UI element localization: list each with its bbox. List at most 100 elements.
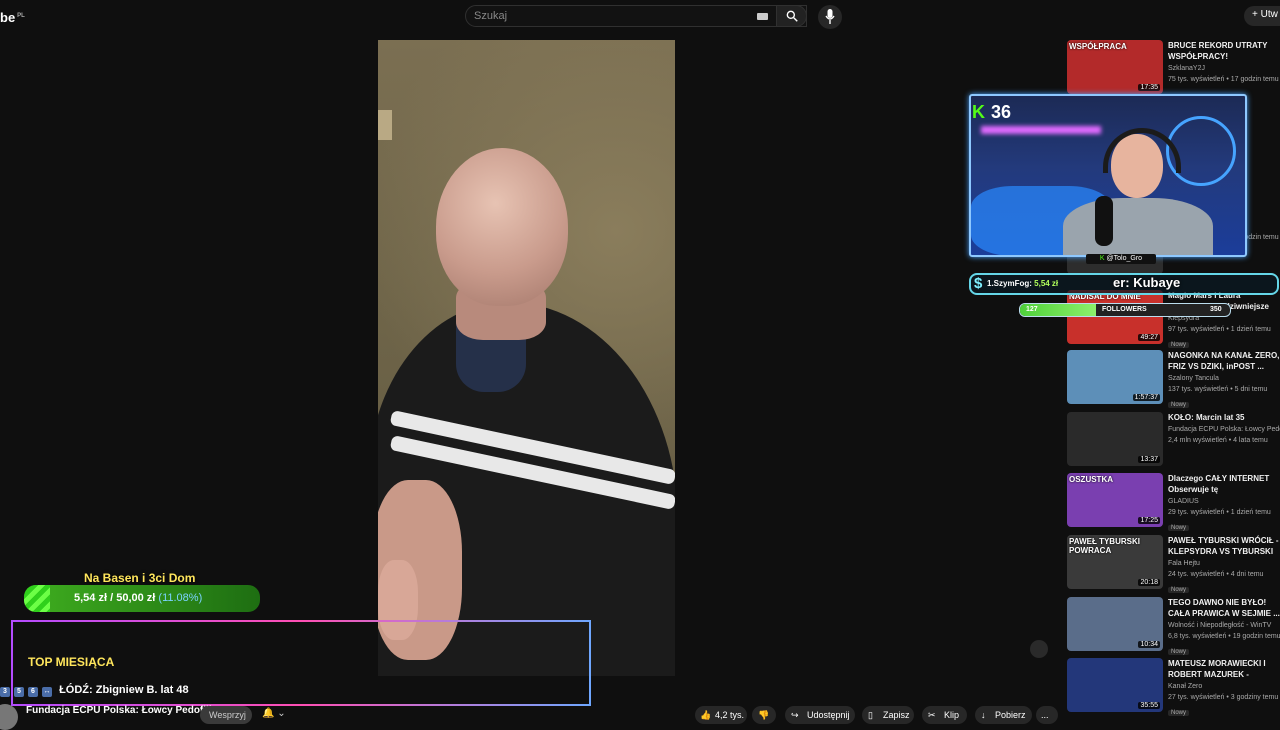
- video-views: 75 tys. wyświetleń • 17 godzin temu: [1168, 76, 1279, 83]
- channel-name[interactable]: Fundacja ECPU Polska: Łowcy Pedofili: [26, 705, 212, 716]
- donation-goal-title: Na Basen i 3ci Dom: [84, 571, 196, 585]
- video-title[interactable]: NAGONKA NA KANAŁ ZERO, FRIZ VS DZIKI, in…: [1168, 350, 1280, 372]
- search-input[interactable]: Szukaj: [465, 5, 807, 27]
- video-channel[interactable]: GLADIUS: [1168, 496, 1280, 507]
- donor-banner: er: Kubaye: [1113, 275, 1181, 290]
- search-icon: [786, 10, 798, 22]
- support-button[interactable]: Wesprzyj: [200, 706, 252, 724]
- donation-goal-bar: 5,54 zł / 50,00 zł (11.08%): [24, 585, 260, 612]
- video-channel[interactable]: Fundacja ECPU Polska: Łowcy Pedofili: [1168, 424, 1280, 435]
- kick-username: K @Tolo_Gro: [1086, 254, 1156, 264]
- video-views: 2,4 mln wyświetleń • 4 lata temu: [1168, 437, 1268, 444]
- video-channel[interactable]: SzklanaY2J: [1168, 63, 1280, 74]
- keyboard-icon[interactable]: [757, 13, 768, 20]
- kick-viewer-count: K 36: [972, 102, 1012, 122]
- cam-led-glow: [981, 126, 1101, 134]
- video-title[interactable]: TEGO DAWNO NIE BYŁO! CAŁA PRAWICA W SEJM…: [1168, 597, 1280, 619]
- video-player[interactable]: [378, 40, 675, 676]
- more-actions-button[interactable]: ...: [1036, 706, 1058, 724]
- video-thumbnail[interactable]: NADISAL DO MNIE 49:27: [1067, 290, 1163, 344]
- video-views: 29 tys. wyświetleń • 1 dzień temu: [1168, 509, 1271, 516]
- video-person-head: [436, 148, 568, 306]
- video-title[interactable]: PAWEŁ TYBURSKI WRÓCIŁ - KLEPSYDRA VS TYB…: [1168, 535, 1280, 557]
- create-button[interactable]: + Utw: [1244, 6, 1280, 26]
- search-button[interactable]: [776, 5, 807, 27]
- thumbnail-caption: WSPÓŁPRACA: [1069, 42, 1127, 51]
- new-badge: Nowy: [1168, 587, 1190, 593]
- cam-streamer-body: [1063, 198, 1213, 255]
- recommended-video[interactable]: 1:57:37 NAGONKA NA KANAŁ ZERO, FRIZ VS DZ…: [1067, 350, 1280, 408]
- download-button[interactable]: ↓ Pobierz: [975, 706, 1032, 724]
- video-title[interactable]: Dlaczego CAŁY INTERNET Obserwuje tę INFL…: [1168, 473, 1280, 495]
- followers-goal-bar: 127 FOLLOWERS 350: [1019, 303, 1231, 317]
- video-channel[interactable]: Kanał Zero: [1168, 681, 1280, 692]
- scissors-icon: ✂: [928, 710, 936, 720]
- search-placeholder: Szukaj: [474, 10, 508, 22]
- video-thumbnail[interactable]: OSZUSTKA 17:25: [1067, 473, 1163, 527]
- video-duration: 1:57:37: [1132, 394, 1160, 401]
- donor-name: 1.SzymFog:: [987, 279, 1032, 288]
- video-title[interactable]: BRUCE REKORD UTRATY WSPÓŁPRACY! WALENTYN…: [1168, 40, 1280, 62]
- video-shelf: [378, 110, 392, 140]
- recommended-video[interactable]: WSPÓŁPRACA 17:35 BRUCE REKORD UTRATY WSPÓŁ…: [1067, 40, 1280, 96]
- video-views: 97 tys. wyświetleń • 1 dzień temu: [1168, 326, 1271, 333]
- dollar-icon: $: [974, 275, 983, 292]
- youtube-logo[interactable]: be PL: [0, 10, 25, 25]
- video-thumbnail[interactable]: 10:34: [1067, 597, 1163, 651]
- video-title[interactable]: MATEUSZ MORAWIECKI I ROBERT MAZUREK - PO…: [1168, 658, 1280, 680]
- new-badge: Nowy: [1168, 402, 1190, 408]
- recommended-video[interactable]: NADISAL DO MNIE49:27Magio Mars i Laura Z…: [1067, 290, 1280, 348]
- video-thumbnail[interactable]: 1:57:37: [1067, 350, 1163, 404]
- recommended-video[interactable]: 13:37 KOŁO: Marcin lat 35 Fundacja ECPU Po…: [1067, 412, 1280, 468]
- top-month-ticker: 3 5 6 ↔ ŁÓDŹ: Zbigniew B. lat 48: [0, 684, 189, 697]
- like-button[interactable]: 👍 4,2 tys.: [695, 706, 747, 724]
- video-thumbnail[interactable]: PAWEŁ TYBURSKI POWRACA 20:18: [1067, 535, 1163, 589]
- save-icon: ▯: [868, 710, 873, 720]
- thumbnail-caption: PAWEŁ TYBURSKI POWRACA: [1069, 537, 1140, 555]
- followers-current: 127: [1026, 306, 1038, 313]
- dislike-button[interactable]: 👎: [752, 706, 776, 724]
- video-channel[interactable]: Fala Hejtu: [1168, 558, 1280, 569]
- channel-avatar[interactable]: [0, 704, 18, 730]
- video-channel[interactable]: Wolność i Niepodległość - WinTV: [1168, 620, 1280, 631]
- channel-watermark[interactable]: [1030, 640, 1048, 658]
- bell-icon[interactable]: 🔔 ⌄: [262, 708, 286, 719]
- recommended-video[interactable]: OSZUSTKA 17:25 Dlaczego CAŁY INTERNET Obse…: [1067, 473, 1280, 531]
- new-badge: Nowy: [1168, 710, 1190, 716]
- video-duration: 17:25: [1138, 517, 1160, 524]
- video-thumbnail[interactable]: 35:55: [1067, 658, 1163, 712]
- donation-goal-text: 5,54 zł / 50,00 zł (11.08%): [74, 592, 203, 604]
- video-thumbnail[interactable]: WSPÓŁPRACA 17:35: [1067, 40, 1163, 94]
- donation-goal-fill: [24, 585, 50, 612]
- recommended-video[interactable]: 10:34 TEGO DAWNO NIE BYŁO! CAŁA PRAWICA W…: [1067, 597, 1280, 655]
- voice-search-button[interactable]: [818, 5, 842, 29]
- donation-alert: $ 1.SzymFog: 5,54 zł er: Kubaye: [969, 273, 1279, 295]
- kick-logo-icon: K: [972, 102, 985, 122]
- share-button[interactable]: ↪ Udostępnij: [785, 706, 855, 724]
- video-duration: 49:27: [1138, 334, 1160, 341]
- video-views: 6,8 tys. wyświetleń • 19 godzin temu: [1168, 633, 1280, 640]
- video-duration: 35:55: [1138, 702, 1160, 709]
- new-badge: Nowy: [1168, 525, 1190, 531]
- cam-microphone: [1095, 196, 1113, 246]
- save-button[interactable]: ▯ Zapisz: [862, 706, 914, 724]
- recommended-video[interactable]: PAWEŁ TYBURSKI POWRACA 20:18 PAWEŁ TYBURSK…: [1067, 535, 1280, 593]
- followers-goal: 350: [1210, 306, 1222, 313]
- thumbnail-caption: OSZUSTKA: [1069, 475, 1113, 484]
- share-icon: ↪: [791, 710, 799, 720]
- download-icon: ↓: [981, 710, 986, 720]
- video-title[interactable]: KOŁO: Marcin lat 35: [1168, 412, 1280, 423]
- video-duration: 13:37: [1138, 456, 1160, 463]
- clip-button[interactable]: ✂ Klip: [922, 706, 967, 724]
- top-month-title: TOP MIESIĄCA: [28, 655, 115, 669]
- dislike-icon: 👎: [758, 710, 770, 720]
- video-views: 137 tys. wyświetleń • 5 dni temu: [1168, 386, 1268, 393]
- video-thumbnail[interactable]: 13:37: [1067, 412, 1163, 466]
- like-icon: 👍: [700, 710, 712, 720]
- recommended-video[interactable]: 35:55 MATEUSZ MORAWIECKI I ROBERT MAZUREK…: [1067, 658, 1280, 716]
- video-channel[interactable]: Szalony Tancula: [1168, 373, 1280, 384]
- video-views: 27 tys. wyświetleń • 3 godziny temu: [1168, 694, 1279, 701]
- video-duration: 10:34: [1138, 641, 1160, 648]
- video-duration: 20:18: [1138, 579, 1160, 586]
- donor-amount: 5,54 zł: [1034, 279, 1059, 288]
